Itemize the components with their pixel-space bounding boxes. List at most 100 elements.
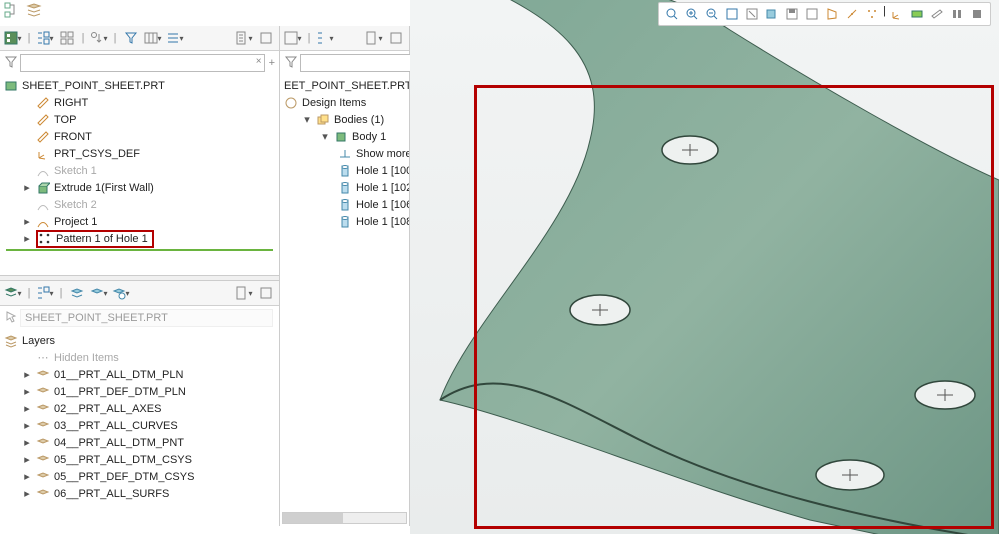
layer-item[interactable]: ▸ 01__PRT_ALL_DTM_PLN — [0, 366, 279, 383]
hole-icon — [338, 164, 352, 178]
filter-tree-icon[interactable] — [122, 29, 140, 47]
zoom-in-icon[interactable] — [683, 5, 701, 23]
note-icon[interactable] — [257, 284, 275, 302]
tree-root[interactable]: SHEET_POINT_SHEET.PRT — [0, 77, 279, 94]
layers-root[interactable]: Layers — [0, 332, 279, 349]
model-tree-filter-input[interactable] — [20, 54, 265, 72]
tree-view-icon[interactable] — [4, 2, 20, 18]
page-icon[interactable] — [365, 29, 383, 47]
tree-options-icon[interactable] — [284, 29, 302, 47]
show-more-node[interactable]: Show more feat — [280, 145, 409, 162]
layers-view-icon[interactable] — [26, 2, 42, 18]
note-icon[interactable] — [387, 29, 405, 47]
tree-item[interactable]: TOP — [0, 111, 279, 128]
add-filter-icon[interactable]: + — [269, 57, 275, 69]
body-node[interactable]: ▾Body 1 — [280, 128, 409, 145]
hidden-icon: ⋯ — [36, 351, 50, 365]
tree-item-highlighted[interactable]: ▸ Pattern 1 of Hole 1 — [0, 230, 279, 247]
tree-item[interactable]: FRONT — [0, 128, 279, 145]
stop-icon[interactable] — [968, 5, 986, 23]
hole-label: Hole 1 [100] — [356, 165, 409, 177]
expand-icon[interactable]: ▸ — [22, 470, 32, 483]
expand-icon[interactable]: ▸ — [22, 215, 32, 228]
hole-item[interactable]: Hole 1 [108] — [280, 213, 409, 230]
expand-icon[interactable]: ▸ — [22, 487, 32, 500]
note-icon[interactable] — [257, 29, 275, 47]
zoom-out-icon[interactable] — [703, 5, 721, 23]
page-icon[interactable] — [235, 29, 253, 47]
layer-item[interactable]: ▸04__PRT_ALL_DTM_PNT — [0, 434, 279, 451]
grid-icon[interactable] — [58, 29, 76, 47]
separator: | — [883, 5, 886, 23]
collapse-icon[interactable]: ▾ — [320, 130, 330, 143]
scrollbar-thumb[interactable] — [283, 513, 343, 523]
perspective-icon[interactable] — [823, 5, 841, 23]
annotations-icon[interactable] — [908, 5, 926, 23]
view-manager-icon[interactable] — [803, 5, 821, 23]
filter-icon[interactable] — [284, 55, 298, 72]
pause-icon[interactable] — [948, 5, 966, 23]
layer-label: 01__PRT_ALL_DTM_PLN — [54, 369, 183, 381]
tree-item[interactable]: Sketch 1 — [0, 162, 279, 179]
layer-item[interactable]: ▸05__PRT_DEF_DTM_CSYS — [0, 468, 279, 485]
hole-item[interactable]: Hole 1 [102] — [280, 179, 409, 196]
insert-indicator[interactable] — [6, 249, 273, 251]
csys-display-icon[interactable] — [888, 5, 906, 23]
list-icon[interactable] — [166, 29, 184, 47]
collapse-icon[interactable] — [36, 29, 54, 47]
pointer-icon[interactable] — [4, 310, 18, 327]
hole-item[interactable]: Hole 1 [100] — [280, 162, 409, 179]
page-icon[interactable] — [235, 284, 253, 302]
expand-icon[interactable]: ▸ — [22, 232, 32, 245]
layer-item[interactable]: ▸03__PRT_ALL_CURVES — [0, 417, 279, 434]
refit-icon[interactable] — [663, 5, 681, 23]
clear-filter-icon[interactable]: × — [256, 56, 262, 67]
expand-icon[interactable]: ▸ — [22, 402, 32, 415]
collapse-icon[interactable] — [316, 29, 334, 47]
box-select-icon[interactable] — [723, 5, 741, 23]
tree-options-icon[interactable] — [4, 29, 22, 47]
project-icon — [36, 215, 50, 229]
layer-options-icon[interactable] — [4, 284, 22, 302]
filter-icon[interactable] — [4, 55, 18, 72]
collapse-icon[interactable] — [36, 284, 54, 302]
layer-item[interactable]: ▸05__PRT_ALL_DTM_CSYS — [0, 451, 279, 468]
expand-icon[interactable]: ▸ — [22, 181, 32, 194]
design-root[interactable]: EET_POINT_SHEET.PRT — [280, 77, 409, 94]
expand-icon[interactable]: ▸ — [22, 419, 32, 432]
columns-icon[interactable] — [144, 29, 162, 47]
collapse-icon[interactable]: ▾ — [302, 113, 312, 126]
design-items-node[interactable]: Design Items — [280, 94, 409, 111]
sort-icon[interactable] — [90, 29, 108, 47]
save-view-icon[interactable] — [783, 5, 801, 23]
tree-item[interactable]: Sketch 2 — [0, 196, 279, 213]
plane-display-icon[interactable] — [928, 5, 946, 23]
tree-item-label: Extrude 1(First Wall) — [54, 182, 154, 194]
horizontal-scrollbar[interactable] — [282, 512, 407, 524]
expand-icon[interactable]: ▸ — [22, 385, 32, 398]
layer-state2-icon[interactable] — [90, 284, 108, 302]
repaint-icon[interactable] — [743, 5, 761, 23]
tree-item[interactable]: PRT_CSYS_DEF — [0, 145, 279, 162]
tree-item[interactable]: RIGHT — [0, 94, 279, 111]
bodies-node[interactable]: ▾Bodies (1) — [280, 111, 409, 128]
tree-item[interactable]: ▸ Extrude 1(First Wall) — [0, 179, 279, 196]
annotation-rectangle — [474, 85, 994, 529]
layer-item[interactable]: ▸01__PRT_DEF_DTM_PLN — [0, 383, 279, 400]
layer-item[interactable]: ▸06__PRT_ALL_SURFS — [0, 485, 279, 502]
hole-item[interactable]: Hole 1 [106] — [280, 196, 409, 213]
layer-item[interactable]: ▸02__PRT_ALL_AXES — [0, 400, 279, 417]
point-display-icon[interactable] — [863, 5, 881, 23]
shade-edges-icon[interactable] — [763, 5, 781, 23]
layer-state1-icon[interactable] — [68, 284, 86, 302]
datum-plane-icon — [36, 113, 50, 127]
graphics-viewport[interactable]: | — [410, 0, 999, 534]
layer-state3-icon[interactable] — [112, 284, 130, 302]
axis-display-icon[interactable] — [843, 5, 861, 23]
hole-icon — [338, 181, 352, 195]
expand-icon[interactable]: ▸ — [22, 368, 32, 381]
expand-icon[interactable]: ▸ — [22, 436, 32, 449]
expand-icon[interactable]: ▸ — [22, 453, 32, 466]
hidden-items[interactable]: ⋯Hidden Items — [0, 349, 279, 366]
tree-item[interactable]: ▸Project 1 — [0, 213, 279, 230]
